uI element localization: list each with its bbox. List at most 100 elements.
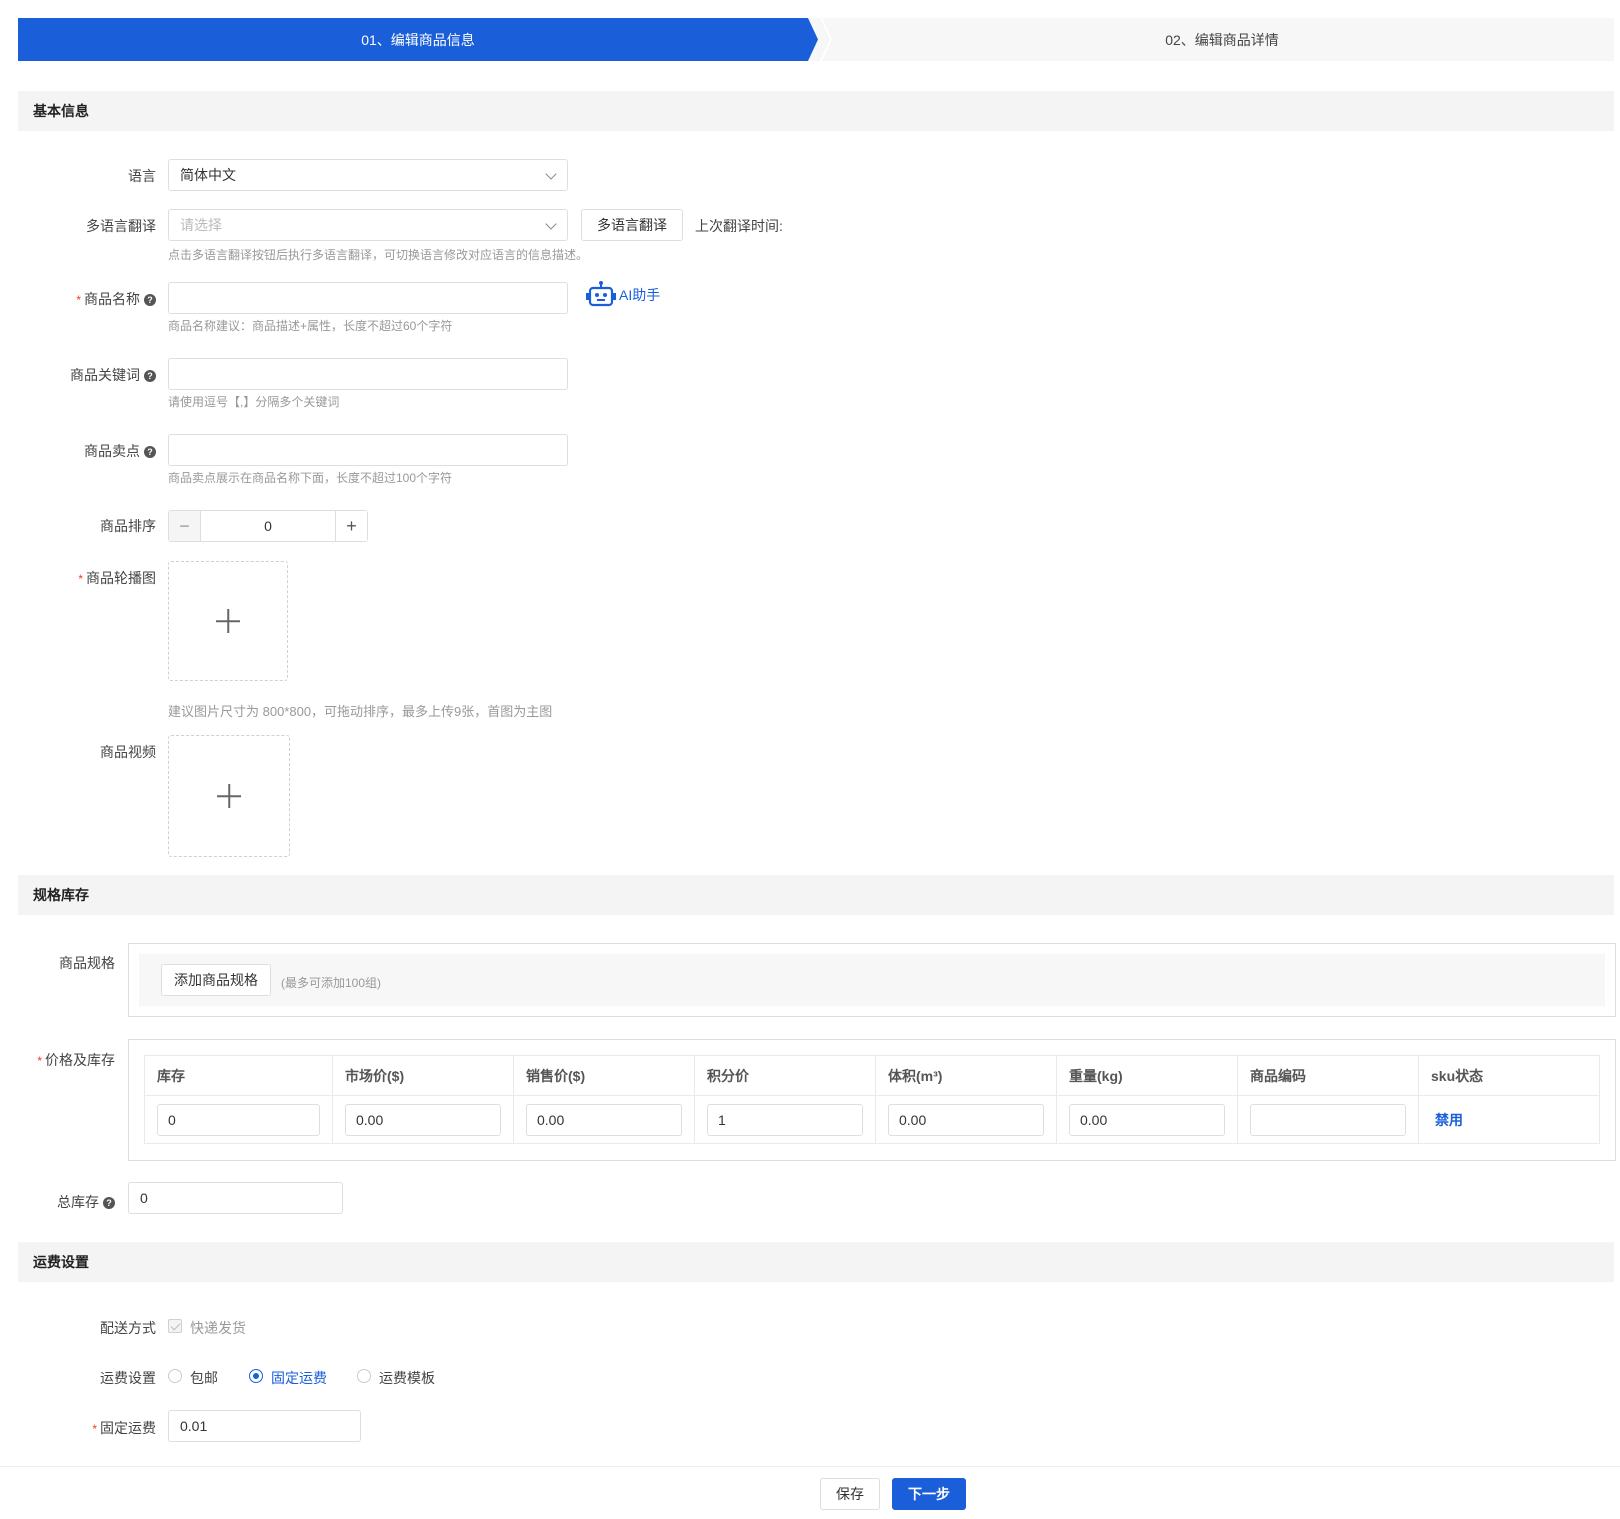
spec-box: 添加商品规格 (最多可添加100组) xyxy=(128,943,1616,1017)
price-stock-label-text: 价格及库存 xyxy=(45,1052,115,1068)
add-spec-button[interactable]: 添加商品规格 xyxy=(161,964,271,996)
table-row: 0 0.00 0.00 1 0.00 0.00 禁用 xyxy=(144,1095,1600,1144)
total-stock-value: 0 xyxy=(140,1190,148,1206)
col-sku-code: 商品编码 xyxy=(1237,1055,1419,1096)
video-upload[interactable] xyxy=(168,735,290,857)
shipping-fee-label: 运费设置 xyxy=(100,1370,156,1386)
last-translate-time: 上次翻译时间: xyxy=(695,218,783,234)
volume-input[interactable]: 0.00 xyxy=(888,1103,1044,1136)
section-spec-title: 规格库存 xyxy=(18,875,1614,915)
help-icon[interactable]: ? xyxy=(144,370,156,382)
col-volume: 体积(m³) xyxy=(875,1055,1057,1096)
total-stock-input[interactable]: 0 xyxy=(128,1182,343,1214)
col-market-price: 市场价($) xyxy=(332,1055,514,1096)
language-select-value: 简体中文 xyxy=(180,167,236,183)
selling-point-label: 商品卖点? xyxy=(84,441,156,461)
delivery-method-label: 配送方式 xyxy=(100,1320,156,1336)
radio-fixed-fee[interactable] xyxy=(249,1369,263,1383)
express-checkbox[interactable] xyxy=(168,1319,182,1333)
spec-label: 商品规格 xyxy=(59,955,115,971)
fixed-fee-label: * 固定运费 xyxy=(92,1418,156,1438)
video-label: 商品视频 xyxy=(100,744,156,760)
ai-assistant-label: AI助手 xyxy=(619,287,661,303)
keywords-label-text: 商品关键词 xyxy=(70,367,140,383)
carousel-label-text: 商品轮播图 xyxy=(86,570,156,586)
express-option-label: 快递发货 xyxy=(190,1320,246,1336)
sale-price-input[interactable]: 0.00 xyxy=(526,1103,682,1136)
points-price-input[interactable]: 1 xyxy=(707,1103,863,1136)
spec-inner: 添加商品规格 (最多可添加100组) xyxy=(139,954,1605,1006)
fixed-fee-label-text: 固定运费 xyxy=(100,1420,156,1436)
sku-status-toggle[interactable]: 禁用 xyxy=(1431,1112,1463,1128)
selling-point-hint: 商品卖点展示在商品名称下面，长度不超过100个字符 xyxy=(168,471,453,485)
keywords-label: 商品关键词? xyxy=(70,365,156,385)
next-step-button[interactable]: 下一步 xyxy=(892,1478,966,1510)
carousel-label: * 商品轮播图 xyxy=(78,568,156,588)
product-name-hint: 商品名称建议：商品描述+属性，长度不超过60个字符 xyxy=(168,319,453,333)
step-2-label: 02、编辑商品详情 xyxy=(1165,31,1279,48)
total-stock-label-text: 总库存 xyxy=(57,1194,99,1210)
market-price-input[interactable]: 0.00 xyxy=(345,1103,501,1136)
product-name-label-text: 商品名称 xyxy=(84,291,140,307)
selling-point-input[interactable] xyxy=(168,434,568,466)
product-name-label: * 商品名称? xyxy=(76,289,156,309)
carousel-upload[interactable] xyxy=(168,561,288,681)
step-bar: 01、编辑商品信息 02、编辑商品详情 xyxy=(18,18,1614,61)
table-header-row: 库存 市场价($) 销售价($) 积分价 体积(m³) 重量(kg) 商品编码 … xyxy=(144,1055,1600,1096)
col-points-price: 积分价 xyxy=(694,1055,876,1096)
step-1-label: 01、编辑商品信息 xyxy=(361,31,475,48)
total-stock-label: 总库存? xyxy=(57,1192,115,1212)
chevron-down-icon xyxy=(545,218,557,230)
col-stock: 库存 xyxy=(144,1055,333,1096)
free-shipping-label: 包邮 xyxy=(190,1370,218,1386)
required-mark: * xyxy=(92,1422,97,1436)
ai-assistant-button[interactable]: AI助手 xyxy=(585,280,660,310)
fixed-fee-input[interactable]: 0.01 xyxy=(168,1410,361,1442)
selling-point-label-text: 商品卖点 xyxy=(84,443,140,459)
sort-stepper[interactable]: − 0 + xyxy=(168,510,368,542)
language-label: 语言 xyxy=(128,168,156,184)
keywords-input[interactable] xyxy=(168,358,568,390)
price-stock-label: * 价格及库存 xyxy=(37,1050,115,1070)
sort-value[interactable]: 0 xyxy=(201,511,335,541)
plus-icon-vertical xyxy=(228,784,230,808)
product-name-input[interactable] xyxy=(168,282,568,314)
help-icon[interactable]: ? xyxy=(144,294,156,306)
robot-icon xyxy=(586,281,616,307)
step-1[interactable]: 01、编辑商品信息 xyxy=(18,18,818,61)
sku-code-input[interactable] xyxy=(1250,1103,1406,1136)
multilang-label: 多语言翻译 xyxy=(86,218,156,234)
multilang-hint: 点击多语言翻译按钮后执行多语言翻译，可切换语言修改对应语言的信息描述。 xyxy=(168,248,589,262)
multilang-select[interactable]: 请选择 xyxy=(168,209,568,241)
radio-fee-template[interactable] xyxy=(357,1369,371,1383)
sort-label: 商品排序 xyxy=(100,518,156,534)
col-sku-status: sku状态 xyxy=(1418,1055,1600,1096)
stock-input[interactable]: 0 xyxy=(157,1103,320,1136)
fixed-fee-value: 0.01 xyxy=(180,1418,208,1434)
multilang-translate-button[interactable]: 多语言翻译 xyxy=(581,209,683,241)
plus-icon-vertical xyxy=(227,609,229,633)
section-basic-title: 基本信息 xyxy=(18,91,1614,131)
required-mark: * xyxy=(37,1054,42,1068)
save-button[interactable]: 保存 xyxy=(820,1478,880,1510)
multilang-placeholder: 请选择 xyxy=(180,217,222,233)
required-mark: * xyxy=(78,572,83,586)
col-weight: 重量(kg) xyxy=(1056,1055,1238,1096)
footer-divider xyxy=(0,1466,1620,1467)
step-2[interactable]: 02、编辑商品详情 xyxy=(830,18,1614,61)
weight-input[interactable]: 0.00 xyxy=(1069,1103,1225,1136)
increment-button[interactable]: + xyxy=(335,511,367,541)
language-select[interactable]: 简体中文 xyxy=(168,159,568,191)
section-shipping-title: 运费设置 xyxy=(18,1242,1614,1282)
fee-template-label: 运费模板 xyxy=(379,1370,435,1386)
sku-table: 库存 市场价($) 销售价($) 积分价 体积(m³) 重量(kg) 商品编码 … xyxy=(144,1055,1600,1144)
add-spec-hint: (最多可添加100组) xyxy=(281,976,382,990)
chevron-down-icon xyxy=(545,168,557,180)
required-mark: * xyxy=(76,293,81,307)
radio-free-shipping[interactable] xyxy=(168,1369,182,1383)
col-sale-price: 销售价($) xyxy=(513,1055,695,1096)
decrement-button[interactable]: − xyxy=(169,511,201,541)
help-icon[interactable]: ? xyxy=(144,446,156,458)
help-icon[interactable]: ? xyxy=(103,1197,115,1209)
carousel-hint: 建议图片尺寸为 800*800，可拖动排序，最多上传9张，首图为主图 xyxy=(168,704,553,719)
